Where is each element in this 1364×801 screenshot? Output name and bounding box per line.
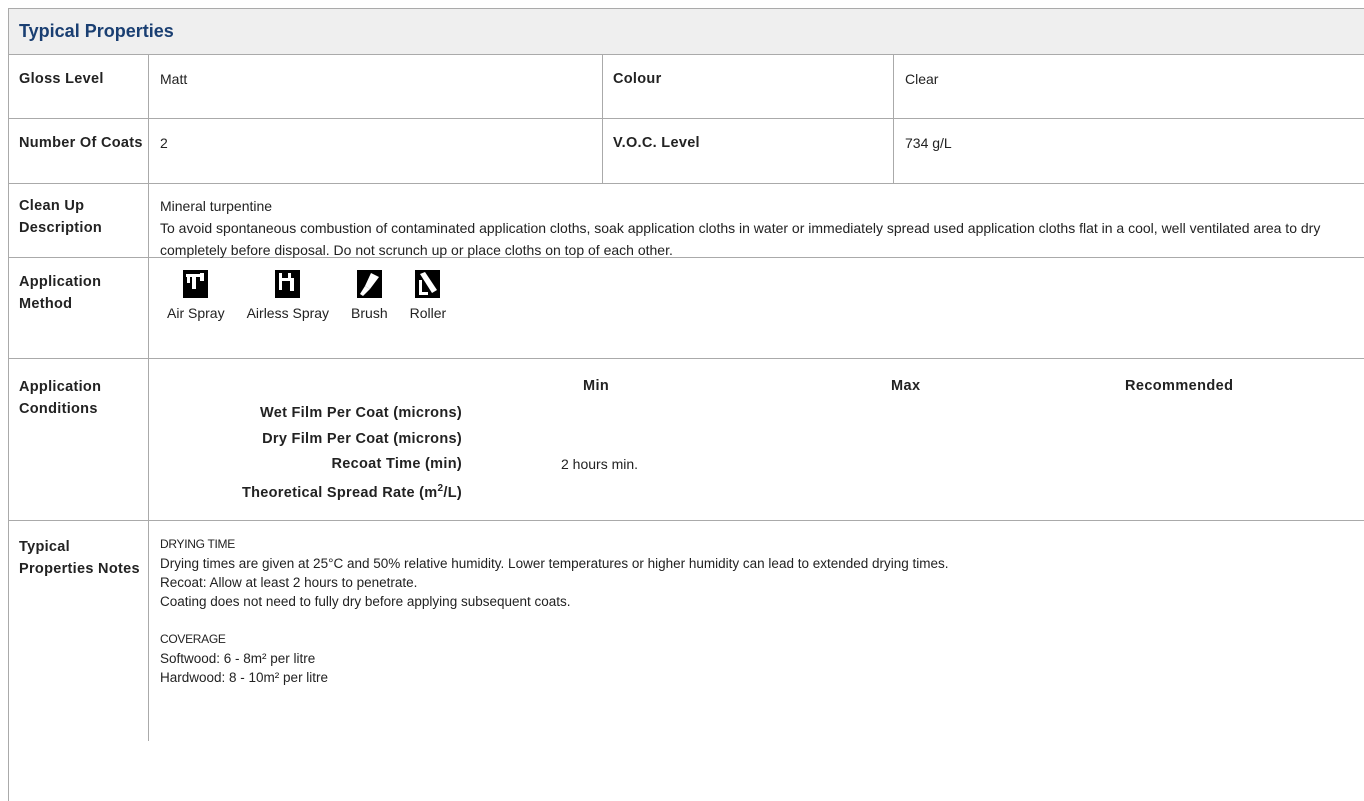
clean-up-value: Mineral turpentine To avoid spontaneous … [149,184,1364,258]
airless-spray-icon [275,270,301,298]
section-title: Typical Properties [19,21,174,41]
typical-properties-panel: Typical Properties Gloss Level Matt Colo… [8,8,1364,801]
colour-value: Clear [905,71,939,87]
application-conditions-label: Application Conditions [9,359,149,520]
method-airless-spray: Airless Spray [247,270,329,324]
spread-rate-suffix: /L) [443,484,462,501]
clean-up-row: Clean Up Description Mineral turpentine … [9,184,1364,258]
application-conditions-table: Min Max Recommended Wet Film Per Coat (m… [149,359,1364,520]
clean-up-line-1: Mineral turpentine [160,198,273,214]
method-air-spray: Air Spray [167,270,225,324]
notes-value: DRYING TIME Drying times are given at 25… [149,521,1364,741]
clean-up-label: Clean Up Description [9,184,149,257]
drying-note-3: Coating does not need to fully dry befor… [160,594,571,609]
method-label-air-spray: Air Spray [167,305,225,321]
number-of-coats-value: 2 [149,119,603,183]
spread-rate-label: Theoretical Spread Rate (m2/L) [142,483,462,501]
wet-film-label: Wet Film Per Coat (microns) [259,405,462,421]
header-max: Max [891,378,921,394]
method-label-roller: Roller [409,305,447,321]
clean-up-line-2: To avoid spontaneous combustion of conta… [160,220,1321,258]
spread-rate-prefix: Theoretical Spread Rate (m [241,484,438,501]
application-method-row: Application Method Air Spray Airless Spr… [9,258,1364,359]
recoat-time-label: Recoat Time (min) [331,456,462,472]
gloss-level-label: Gloss Level [9,55,149,118]
typical-properties-notes-row: Typical Properties Notes DRYING TIME Dry… [9,521,1364,741]
application-method-list: Air Spray Airless Spray Brush Roller [160,258,1364,324]
section-header: Typical Properties [9,9,1364,55]
coverage-heading: COVERAGE [160,632,226,646]
recoat-time-min-value: 2 hours min. [561,456,639,472]
notes-label: Typical Properties Notes [9,521,149,741]
method-label-brush: Brush [351,305,388,321]
drying-note-1: Drying times are given at 25°C and 50% r… [160,556,949,571]
number-of-coats-row: Number Of Coats 2 V.O.C. Level 734 g/L [9,119,1364,184]
method-roller: Roller [409,270,447,324]
header-recommended: Recommended [1125,378,1234,394]
method-brush: Brush [351,270,388,324]
drying-note-2: Recoat: Allow at least 2 hours to penetr… [160,575,418,590]
air-spray-icon [183,270,209,298]
colour-label: Colour [603,55,894,118]
number-of-coats-label: Number Of Coats [9,119,149,183]
coverage-note-1: Softwood: 6 - 8m² per litre [160,651,316,666]
coverage-note-2: Hardwood: 8 - 10m² per litre [160,670,329,685]
brush-icon [356,270,382,298]
method-label-airless-spray: Airless Spray [246,305,330,321]
voc-level-value: 734 g/L [905,135,952,151]
drying-time-heading: DRYING TIME [160,537,235,551]
voc-level-label: V.O.C. Level [603,119,894,183]
application-method-value: Air Spray Airless Spray Brush Roller [149,258,1364,358]
gloss-level-value: Matt [149,55,603,118]
header-min: Min [583,378,610,394]
gloss-level-row: Gloss Level Matt Colour Clear [9,55,1364,119]
application-method-label: Application Method [9,258,149,358]
roller-icon [415,270,441,298]
application-conditions-row: Application Conditions Min Max Recommend… [9,359,1364,521]
dry-film-label: Dry Film Per Coat (microns) [262,431,462,447]
